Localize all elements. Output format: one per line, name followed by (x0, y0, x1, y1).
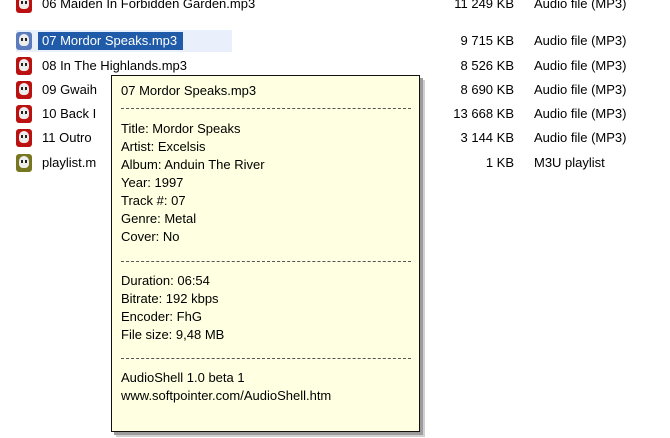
file-size: 8 526 KB (460, 58, 515, 73)
file-type: Audio file (MP3) (534, 0, 627, 11)
file-name: 10 Back I (42, 106, 97, 121)
playlist-icon (16, 154, 32, 172)
tooltip-divider (121, 261, 411, 262)
tooltip-divider (121, 108, 411, 109)
tooltip-app-name: AudioShell 1.0 beta 1 (121, 370, 245, 385)
file-name: 09 Gwaih (42, 82, 97, 97)
file-type: Audio file (MP3) (534, 33, 627, 48)
tooltip-filesize: File size: 9,48 MB (121, 327, 225, 342)
file-row[interactable]: 06 Maiden In Forbidden Garden.mp3 11 249… (0, 0, 670, 16)
tooltip-year: Year: 1997 (121, 175, 184, 190)
file-name: 11 Outro (42, 130, 92, 145)
tooltip-cover: Cover: No (121, 229, 180, 244)
file-name: 06 Maiden In Forbidden Garden.mp3 (42, 0, 256, 11)
mp3-file-icon (16, 81, 32, 99)
tooltip-album: Album: Anduin The River (121, 157, 265, 172)
tooltip-track: Track #: 07 (121, 193, 186, 208)
file-type: M3U playlist (534, 155, 605, 170)
tooltip-duration: Duration: 06:54 (121, 273, 210, 288)
file-name: 08 In The Highlands.mp3 (42, 58, 188, 73)
file-size: 8 690 KB (460, 82, 515, 97)
file-name: playlist.m (42, 155, 97, 170)
file-type: Audio file (MP3) (534, 58, 627, 73)
tooltip-divider (121, 358, 411, 359)
file-size: 3 144 KB (460, 130, 515, 145)
mp3-file-icon (16, 105, 32, 123)
tooltip-filename: 07 Mordor Speaks.mp3 (121, 83, 257, 98)
tooltip-genre: Genre: Metal (121, 211, 197, 226)
file-size: 11 249 KB (454, 0, 514, 11)
file-type: Audio file (MP3) (534, 106, 627, 121)
mp3-file-icon (16, 0, 32, 13)
file-name: 07 Mordor Speaks.mp3 (38, 32, 184, 50)
file-size: 9 715 KB (460, 33, 515, 48)
mp3-file-icon (16, 129, 32, 147)
tooltip-title: Title: Mordor Speaks (121, 121, 241, 136)
tooltip-encoder: Encoder: FhG (121, 309, 202, 324)
mp3-file-icon (16, 57, 32, 75)
file-list-view[interactable]: 06 Maiden In Forbidden Garden.mp3 11 249… (0, 0, 670, 438)
file-info-tooltip: 07 Mordor Speaks.mp3 Title: Mordor Speak… (111, 75, 420, 432)
tooltip-bitrate: Bitrate: 192 kbps (121, 291, 219, 306)
mp3-file-icon (16, 32, 32, 50)
file-row-selected[interactable]: 07 Mordor Speaks.mp3 9 715 KB Audio file… (0, 29, 670, 53)
file-size: 1 KB (485, 155, 514, 170)
tooltip-artist: Artist: Excelsis (121, 139, 206, 154)
file-size: 13 668 KB (453, 106, 514, 121)
tooltip-url: www.softpointer.com/AudioShell.htm (121, 388, 332, 403)
file-type: Audio file (MP3) (534, 130, 627, 145)
file-type: Audio file (MP3) (534, 82, 627, 97)
